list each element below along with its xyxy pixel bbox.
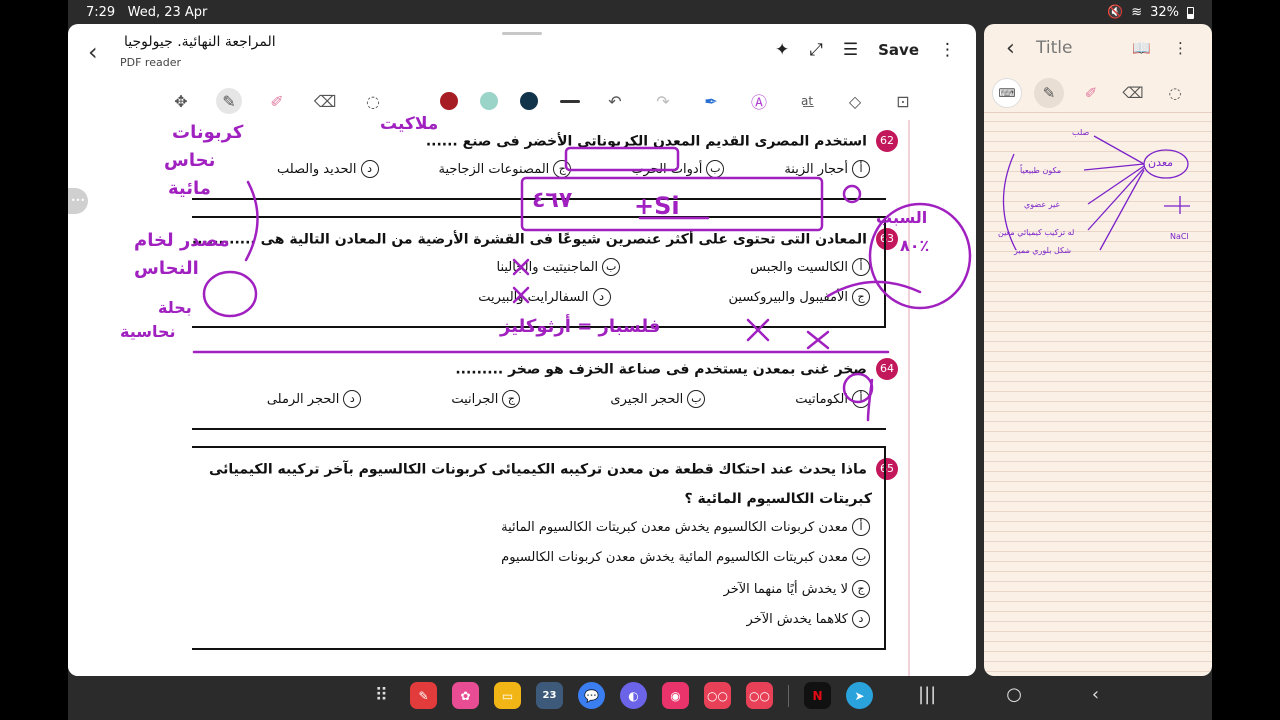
annotation: مائية bbox=[168, 178, 211, 199]
annotation: كربونات bbox=[172, 122, 244, 143]
annotation: ٨٠٪ bbox=[900, 236, 930, 255]
telegram-app-icon[interactable]: ➤ bbox=[846, 682, 873, 709]
expand-icon[interactable]: ⤢ bbox=[809, 40, 823, 60]
keyboard-icon[interactable]: ⌨ bbox=[992, 78, 1022, 108]
note-text: شكل بلوري مميز bbox=[1014, 246, 1072, 255]
pen-icon[interactable]: ✎ bbox=[1034, 78, 1064, 108]
color-swatch-red[interactable] bbox=[440, 92, 458, 110]
annotation: نحاسية bbox=[120, 322, 176, 341]
camera-app-icon[interactable]: ◉ bbox=[662, 682, 689, 709]
recent-apps-icon[interactable]: ||| bbox=[918, 684, 936, 705]
app-name: PDF reader bbox=[120, 56, 181, 69]
shapes-icon[interactable]: ◇ bbox=[842, 88, 868, 114]
battery-icon bbox=[1187, 6, 1194, 19]
netflix-app-icon[interactable]: N bbox=[804, 682, 831, 709]
lasso-icon[interactable]: ◌ bbox=[1160, 78, 1190, 108]
annotation: بحلة bbox=[158, 298, 192, 317]
text-style-icon[interactable]: Ⓐ bbox=[746, 88, 772, 114]
option[interactable]: أ أحجار الزينة bbox=[784, 160, 870, 178]
messages-app-icon[interactable]: 💬 bbox=[578, 682, 605, 709]
pen-toolbar: ✥ ✎ ✐ ⌫ ◌ ↶ ↷ ✒ Ⓐ a͟t ◇ ⊡ bbox=[168, 84, 916, 118]
battery-level: 32% bbox=[1150, 5, 1179, 20]
option[interactable]: ج الجرانيت bbox=[451, 390, 521, 408]
annotation: نحاس bbox=[164, 150, 216, 171]
pen-icon[interactable]: ✎ bbox=[216, 88, 242, 114]
pdf-reader-window: ‹ المراجعة النهائية. جيولوجيا PDF reader… bbox=[68, 24, 976, 676]
redo-icon[interactable]: ↷ bbox=[650, 88, 676, 114]
annotation: النحاس bbox=[134, 258, 199, 279]
option[interactable]: ب أدوات الحرب bbox=[631, 160, 725, 178]
back-arrow-icon[interactable]: ‹ bbox=[88, 38, 98, 66]
note-text: صلب bbox=[1072, 128, 1090, 137]
browser-app-icon[interactable]: ◐ bbox=[620, 682, 647, 709]
highlighter-icon[interactable]: ✐ bbox=[264, 88, 290, 114]
notes-header: ‹ Title 📖 ⋮ bbox=[984, 24, 1212, 74]
question-64-options: أ الكوماتيت ب الحجر الجيرى ج الجرانيت د الحج… bbox=[267, 390, 870, 408]
lasso-icon[interactable]: ◌ bbox=[360, 88, 386, 114]
book-icon[interactable]: 📖 bbox=[1132, 39, 1151, 57]
home-icon[interactable]: ○ bbox=[1006, 684, 1022, 705]
text-box-icon[interactable]: a͟t bbox=[794, 88, 820, 114]
option[interactable]: د الحديد والصلب bbox=[277, 160, 379, 178]
calendar-app-icon[interactable]: 23 bbox=[536, 682, 563, 709]
option[interactable]: د الحجر الرملى bbox=[267, 390, 362, 408]
option[interactable]: أ الكوماتيت bbox=[795, 390, 870, 408]
annotation: ٤٦٧ bbox=[532, 188, 573, 213]
option[interactable]: ج المصنوعات الزجاجية bbox=[439, 160, 572, 178]
back-arrow-icon[interactable]: ‹ bbox=[1006, 36, 1015, 61]
lock-icon[interactable]: ⊡ bbox=[890, 88, 916, 114]
status-bar: 7:29 Wed, 23 Apr 🔇 ≋ 32% bbox=[68, 0, 1212, 24]
document-title: المراجعة النهائية. جيولوجيا bbox=[124, 34, 276, 50]
stroke-width-icon[interactable] bbox=[560, 99, 580, 103]
more-options-icon[interactable]: ⋮ bbox=[1173, 39, 1188, 57]
note-text: له تركيب كيميائي معين bbox=[998, 228, 1075, 237]
wifi-icon: ≋ bbox=[1131, 5, 1143, 20]
more-options-icon[interactable]: ⋮ bbox=[939, 40, 956, 60]
note-text: مكون طبيعياً bbox=[1020, 166, 1062, 175]
eraser-icon[interactable]: ⌫ bbox=[1118, 78, 1148, 108]
annotation: فلسبار = أرثوكليز bbox=[500, 316, 661, 337]
pen-style-icon[interactable]: ✒ bbox=[698, 88, 724, 114]
highlighter-icon[interactable]: ✐ bbox=[1076, 78, 1106, 108]
annotation: السبب bbox=[876, 208, 928, 227]
note-text: NaCl bbox=[1170, 232, 1189, 241]
annotation: ملاكيت bbox=[380, 114, 439, 134]
notes-app-icon[interactable]: ✎ bbox=[410, 682, 437, 709]
nav-back-icon[interactable]: ‹ bbox=[1092, 684, 1099, 705]
note-text: معدن bbox=[1148, 156, 1174, 169]
status-time: 7:29 Wed, 23 Apr bbox=[86, 5, 208, 20]
files-app-icon[interactable]: ▭ bbox=[494, 682, 521, 709]
mute-icon: 🔇 bbox=[1107, 5, 1124, 20]
move-icon[interactable]: ✥ bbox=[168, 88, 194, 114]
option[interactable]: ب الحجر الجيرى bbox=[610, 390, 706, 408]
sparkle-icon[interactable]: ✦ bbox=[775, 40, 789, 60]
note-text: غير عضوي bbox=[1024, 200, 1060, 209]
annotation: +Si bbox=[634, 192, 680, 220]
note-title[interactable]: Title bbox=[1036, 38, 1072, 58]
save-button[interactable]: Save bbox=[878, 41, 919, 59]
document-view-icon[interactable]: ☰ bbox=[843, 40, 858, 60]
annotation: مصدر لخام bbox=[134, 230, 230, 251]
note-canvas[interactable] bbox=[984, 112, 1212, 676]
app-header: ‹ المراجعة النهائية. جيولوجيا PDF reader… bbox=[68, 24, 976, 84]
undo-icon[interactable]: ↶ bbox=[602, 88, 628, 114]
notes-toolbar: ⌨ ✎ ✐ ⌫ ◌ bbox=[992, 78, 1190, 108]
notes-window: ‹ Title 📖 ⋮ ⌨ ✎ ✐ ⌫ ◌ صلب معدن مكون طبيع… bbox=[984, 24, 1212, 676]
flower-app-icon[interactable]: ✿ bbox=[452, 682, 479, 709]
eraser-icon[interactable]: ⌫ bbox=[312, 88, 338, 114]
app-drawer-icon[interactable]: ⠿ bbox=[368, 685, 395, 706]
color-swatch-teal[interactable] bbox=[480, 92, 498, 110]
color-swatch-navy[interactable] bbox=[520, 92, 538, 110]
recorder2-app-icon[interactable]: ○○ bbox=[746, 682, 773, 709]
recorder-app-icon[interactable]: ○○ bbox=[704, 682, 731, 709]
question-62: 62 استخدم المصرى القديم المعدن الكربونات… bbox=[426, 130, 898, 152]
taskbar: ⠿ ✎ ✿ ▭ 23 💬 ◐ ◉ ○○ ○○ N ➤ ||| ○ ‹ bbox=[68, 676, 1212, 720]
question-62-options: أ أحجار الزينة ب أدوات الحرب ج المصنوعات ال… bbox=[277, 160, 870, 178]
pdf-page[interactable]: 62 استخدم المصرى القديم المعدن الكربونات… bbox=[68, 114, 976, 676]
question-64: 64 صخر غنى بمعدن يستخدم فى صناعة الخزف ه… bbox=[455, 358, 898, 380]
